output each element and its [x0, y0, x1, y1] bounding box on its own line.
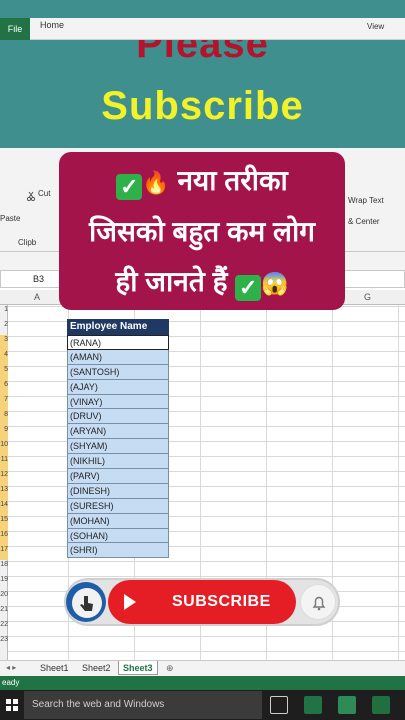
status-bar: eady	[0, 676, 405, 690]
row-number[interactable]: 1	[0, 306, 8, 313]
row-number[interactable]: 4	[0, 351, 8, 358]
bell-icon[interactable]	[300, 584, 336, 620]
row-number[interactable]: 11	[0, 456, 8, 463]
table-header[interactable]: Employee Name	[67, 319, 169, 335]
overlay-line-3: ही जानते हैं ✓ 😱	[59, 262, 345, 301]
check-mark-icon: ✓	[235, 275, 262, 301]
merge-center-button[interactable]: & Center	[348, 217, 380, 226]
table-cell[interactable]: (MOHAN)	[67, 513, 169, 529]
row-number[interactable]: 20	[0, 591, 8, 598]
row-number[interactable]: 3	[0, 336, 8, 343]
table-cell[interactable]: (AMAN)	[67, 349, 169, 365]
row-number[interactable]: 17	[0, 546, 8, 553]
col-header-a[interactable]: A	[34, 292, 40, 302]
row-number[interactable]: 13	[0, 486, 8, 493]
play-icon	[124, 594, 136, 610]
row-number[interactable]: 16	[0, 531, 8, 538]
row-number[interactable]: 7	[0, 396, 8, 403]
add-sheet-icon[interactable]: ⊕	[162, 661, 178, 675]
table-cell[interactable]: (AJAY)	[67, 379, 169, 395]
sheet-tab-2[interactable]: Sheet2	[78, 661, 115, 675]
overlay-line-1: ✓ 🔥 नया तरीका	[59, 161, 345, 200]
scissors-icon[interactable]	[26, 188, 36, 202]
row-number[interactable]: 12	[0, 471, 8, 478]
sheet-nav-arrows-icon[interactable]: ◂ ▸	[2, 661, 20, 675]
clipboard-group-label: Clipb	[18, 238, 37, 247]
windows-logo-icon[interactable]	[6, 699, 18, 711]
overlay-line-3-text: ही जानते हैं	[115, 266, 228, 297]
row-number[interactable]: 21	[0, 606, 8, 613]
table-cell[interactable]: (DRUV)	[67, 409, 169, 425]
camtasia-app-icon[interactable]	[338, 696, 356, 714]
check-mark-icon: ✓	[116, 174, 143, 200]
row-number[interactable]: 22	[0, 621, 8, 628]
overlay-line-1-text: नया तरीका	[177, 165, 288, 196]
row-number[interactable]: 14	[0, 501, 8, 508]
row-number[interactable]: 9	[0, 426, 8, 433]
sheet-tab-3[interactable]: Sheet3	[118, 661, 158, 675]
task-view-icon[interactable]	[270, 696, 288, 714]
tab-view[interactable]: View	[367, 22, 384, 31]
table-body: (RANA) (AMAN) (SANTOSH) (AJAY) (VINAY) (DRUV)…	[67, 335, 169, 559]
screen: Please Subscribe File Home View Cut Past…	[0, 0, 405, 720]
recorder-app-icon[interactable]	[372, 696, 390, 714]
face-screaming-icon: 😱	[261, 271, 289, 296]
row-number[interactable]: 19	[0, 576, 8, 583]
table-cell[interactable]: (DINESH)	[67, 483, 169, 499]
banner-subscribe-text: Subscribe	[101, 84, 304, 128]
employee-table: Employee Name (RANA) (AMAN) (SANTOSH) (AJAY…	[67, 319, 169, 559]
row-number[interactable]: 6	[0, 381, 8, 388]
row-number[interactable]: 5	[0, 366, 8, 373]
overlay-line-2: जिसको बहुत कम लोग	[88, 216, 316, 247]
table-cell[interactable]: (SANTOSH)	[67, 364, 169, 380]
table-cell[interactable]: (ARYAN)	[67, 424, 169, 440]
tab-file[interactable]: File	[0, 18, 30, 40]
table-cell[interactable]: (RANA)	[67, 335, 169, 350]
table-cell[interactable]: (SHYAM)	[67, 439, 169, 455]
wrap-text-button[interactable]: Wrap Text	[348, 196, 384, 205]
row-number[interactable]: 10	[0, 441, 8, 448]
sheet-tab-1[interactable]: Sheet1	[36, 661, 73, 675]
table-cell[interactable]: (SOHAN)	[67, 528, 169, 544]
table-cell[interactable]: (NIKHIL)	[67, 454, 169, 470]
table-cell[interactable]: (PARV)	[67, 469, 169, 484]
fire-icon: 🔥	[142, 170, 170, 195]
paste-button[interactable]: Paste	[0, 214, 20, 223]
subscribe-button-label: SUBSCRIBE	[172, 593, 271, 610]
tab-home[interactable]: Home	[40, 20, 64, 30]
row-number[interactable]: 2	[0, 321, 8, 328]
excel-app-icon[interactable]	[304, 696, 322, 714]
name-box[interactable]: B3	[0, 270, 60, 288]
table-cell[interactable]: (SHRI)	[67, 543, 169, 559]
row-number[interactable]: 8	[0, 411, 8, 418]
taskbar-search-input[interactable]: Search the web and Windows	[24, 691, 262, 719]
row-number[interactable]: 23	[0, 636, 8, 643]
hand-cursor-icon	[72, 588, 102, 618]
row-number[interactable]: 18	[0, 561, 8, 568]
col-header-g[interactable]: G	[364, 292, 371, 302]
cut-button[interactable]: Cut	[38, 189, 50, 198]
table-cell[interactable]: (VINAY)	[67, 394, 169, 410]
table-cell[interactable]: (SURESH)	[67, 498, 169, 514]
row-number[interactable]: 15	[0, 516, 8, 523]
